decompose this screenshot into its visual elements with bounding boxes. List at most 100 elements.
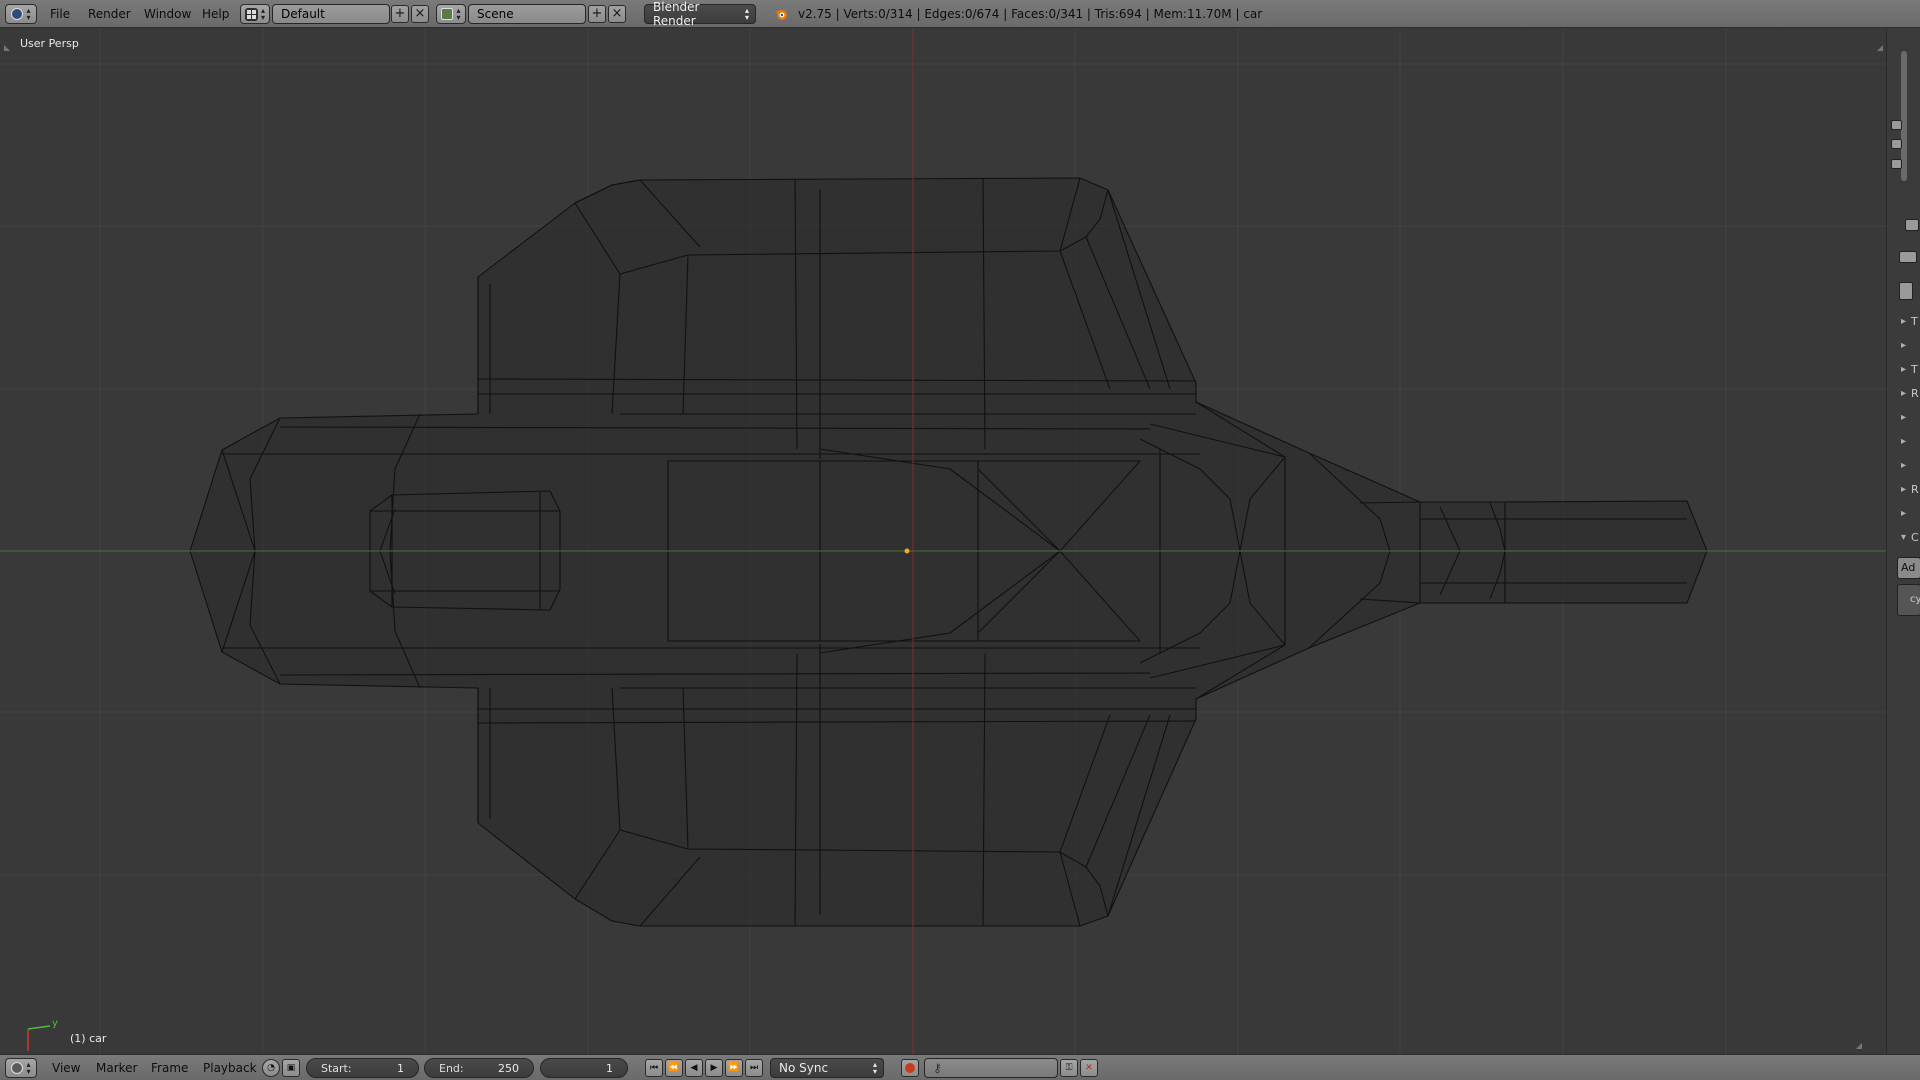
current-frame-value: 1 bbox=[606, 1061, 613, 1075]
menu-view[interactable]: View bbox=[52, 1061, 80, 1075]
gizmo-y-axis bbox=[27, 1025, 51, 1030]
sync-dropdown[interactable]: No Sync ▴ ▾ bbox=[770, 1058, 884, 1078]
lock-icon: ▣ bbox=[286, 1063, 296, 1073]
panel-header-label: C bbox=[1911, 531, 1919, 544]
chevron-updown-icon: ▴ ▾ bbox=[26, 6, 31, 22]
rewind-icon: ⏪ bbox=[668, 1063, 680, 1073]
delete-scene-button[interactable]: × bbox=[608, 5, 626, 23]
panel-collapse-icon[interactable]: ▸ bbox=[1901, 388, 1906, 399]
menu-window[interactable]: Window bbox=[144, 7, 191, 21]
chevron-updown-icon: ▴ ▾ bbox=[872, 1060, 877, 1076]
editor-type-button[interactable]: ▴ ▾ bbox=[5, 1058, 37, 1078]
timeline-icon bbox=[11, 1062, 24, 1074]
panel-header-label: R bbox=[1911, 483, 1919, 496]
play-button[interactable]: ▶ bbox=[705, 1059, 723, 1077]
panel-collapse-icon[interactable]: ▸ bbox=[1901, 460, 1906, 471]
active-object-label: (1) car bbox=[70, 1032, 107, 1045]
panel-header-label: T bbox=[1911, 315, 1918, 328]
gizmo-y-label: y bbox=[52, 1018, 58, 1029]
scene-icon bbox=[441, 8, 454, 20]
axis-gizmo bbox=[27, 1025, 51, 1051]
chevron-updown-icon: ▴ ▾ bbox=[456, 6, 461, 22]
insert-keyframe-button[interactable]: ⚿ bbox=[1060, 1059, 1078, 1077]
panel-collapse-icon[interactable]: ▸ bbox=[1901, 508, 1906, 519]
render-camera-icon[interactable] bbox=[1891, 120, 1902, 130]
play-icon: ▶ bbox=[710, 1063, 718, 1073]
menu-marker[interactable]: Marker bbox=[96, 1061, 137, 1075]
menu-file[interactable]: File bbox=[50, 7, 70, 21]
start-frame-label: Start: bbox=[321, 1061, 352, 1075]
scene-browse-button[interactable]: ▴ ▾ bbox=[436, 4, 466, 24]
chevron-updown-icon: ▴ ▾ bbox=[744, 6, 749, 22]
panel-collapse-icon[interactable]: ▸ bbox=[1901, 340, 1906, 351]
material-icon[interactable] bbox=[1899, 282, 1913, 300]
info-header: ▴ ▾ File Render Window Help ▴ ▾ Default + … bbox=[0, 0, 1920, 28]
panel-collapse-icon[interactable]: ▸ bbox=[1901, 436, 1906, 447]
jump-to-start-button[interactable]: ⏮ bbox=[645, 1059, 663, 1077]
render-engine-label: Blender Render bbox=[653, 0, 700, 28]
panel-header-label: R bbox=[1911, 387, 1919, 400]
panel-expand-icon[interactable]: ▾ bbox=[1901, 532, 1906, 543]
menu-help[interactable]: Help bbox=[202, 7, 229, 21]
menu-frame[interactable]: Frame bbox=[151, 1061, 188, 1075]
close-icon: × bbox=[611, 6, 623, 21]
menu-playback[interactable]: Playback bbox=[203, 1061, 257, 1075]
delete-keyframe-button[interactable]: ✕ bbox=[1080, 1059, 1098, 1077]
jump-to-keyframe-next-button[interactable]: ⏩ bbox=[725, 1059, 743, 1077]
screen-layout-browse-button[interactable]: ▴ ▾ bbox=[240, 4, 270, 24]
fast-forward-icon: ⏩ bbox=[728, 1063, 740, 1073]
view-name-label: User Persp bbox=[20, 37, 79, 50]
lock-range-button[interactable]: ▣ bbox=[282, 1059, 300, 1077]
play-reverse-icon: ◀ bbox=[690, 1063, 698, 1073]
end-frame-field[interactable]: End: 250 bbox=[424, 1058, 534, 1078]
keying-set-field[interactable]: ⚷ bbox=[924, 1058, 1058, 1078]
preview-range-button[interactable]: ◔ bbox=[262, 1059, 280, 1077]
add-scene-button[interactable]: + bbox=[588, 5, 606, 23]
panel-collapse-icon[interactable]: ▸ bbox=[1901, 364, 1906, 375]
key-icon: ⚷ bbox=[933, 1061, 942, 1075]
start-frame-field[interactable]: Start: 1 bbox=[306, 1058, 419, 1078]
render-camera-icon[interactable] bbox=[1891, 159, 1902, 169]
object-origin-dot[interactable] bbox=[904, 548, 910, 554]
delete-screen-button[interactable]: × bbox=[411, 5, 429, 23]
close-icon: × bbox=[414, 6, 426, 21]
clock-icon: ◔ bbox=[267, 1063, 275, 1073]
properties-editor-icon[interactable] bbox=[1905, 219, 1919, 231]
scene-field[interactable]: Scene bbox=[468, 4, 586, 24]
key-insert-icon: ⚿ bbox=[1065, 1063, 1073, 1073]
panel-collapse-icon[interactable]: ▸ bbox=[1901, 316, 1906, 327]
render-camera-icon[interactable] bbox=[1891, 139, 1902, 149]
play-reverse-button[interactable]: ◀ bbox=[685, 1059, 703, 1077]
skip-end-icon: ⏭ bbox=[749, 1063, 759, 1073]
skip-start-icon: ⏮ bbox=[649, 1063, 659, 1073]
plus-icon: + bbox=[394, 6, 406, 21]
key-delete-icon: ✕ bbox=[1085, 1063, 1093, 1073]
jump-to-end-button[interactable]: ⏭ bbox=[745, 1059, 763, 1077]
scene-statistics: v2.75 | Verts:0/314 | Edges:0/674 | Face… bbox=[798, 7, 1263, 21]
end-frame-label: End: bbox=[439, 1061, 464, 1075]
panel-header-label: T bbox=[1911, 363, 1918, 376]
end-frame-value: 250 bbox=[498, 1061, 519, 1075]
panel-collapse-icon[interactable]: ▸ bbox=[1901, 412, 1906, 423]
menu-render[interactable]: Render bbox=[88, 7, 131, 21]
viewport-canvas[interactable] bbox=[0, 29, 1886, 1054]
blender-logo-icon bbox=[774, 10, 787, 20]
add-button[interactable]: Ad bbox=[1897, 557, 1920, 579]
info-icon bbox=[11, 8, 24, 20]
properties-strip[interactable]: ▸ T ▸ ▸ T ▸ R ▸ ▸ ▸ ▸ R ▸ ▾ C Ad cy bbox=[1886, 29, 1920, 1054]
render-engine-dropdown[interactable]: Blender Render ▴ ▾ bbox=[644, 0, 756, 28]
screen-layout-field[interactable]: Default bbox=[272, 4, 390, 24]
pin-icon[interactable] bbox=[1899, 251, 1917, 263]
current-frame-field[interactable]: 1 bbox=[540, 1058, 628, 1078]
chevron-updown-icon: ▴ ▾ bbox=[260, 6, 265, 22]
add-screen-button[interactable]: + bbox=[391, 5, 409, 23]
editor-type-button[interactable]: ▴ ▾ bbox=[5, 4, 37, 24]
panel-field[interactable]: cy bbox=[1897, 584, 1920, 616]
start-frame-value: 1 bbox=[397, 1061, 404, 1075]
3d-viewport[interactable]: User Persp y (1) car bbox=[0, 29, 1886, 1054]
auto-keyframe-button[interactable] bbox=[901, 1059, 919, 1077]
jump-to-keyframe-prev-button[interactable]: ⏪ bbox=[665, 1059, 683, 1077]
panel-collapse-icon[interactable]: ▸ bbox=[1901, 484, 1906, 495]
car-mesh-faces bbox=[190, 178, 1707, 926]
plus-icon: + bbox=[591, 6, 603, 21]
